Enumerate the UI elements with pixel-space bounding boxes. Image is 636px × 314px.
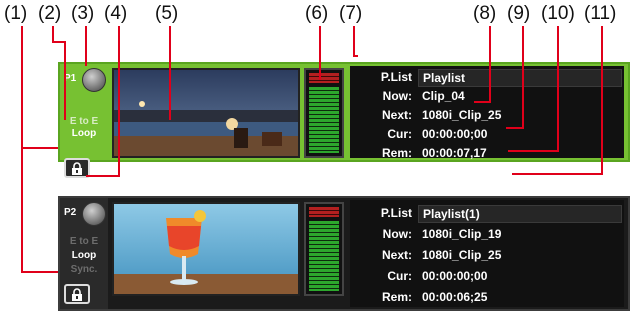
leader-7 [353, 26, 358, 57]
player-1-rem-value: 00:00:07,17 [422, 146, 487, 160]
player-1-rem-row: Rem: 00:00:07,17 [350, 146, 624, 164]
player-1-meter-peak [309, 73, 339, 83]
player-2-playlist-key: P.List [380, 206, 412, 220]
player-2-playlist-value: Playlist(1) [418, 205, 622, 223]
player-1-now-row: Now: Clip_04 [350, 89, 624, 107]
player-2-now-row: Now: 1080i_Clip_19 [350, 227, 624, 245]
player-2-panel[interactable]: P2 E to E Loop Sync. P.List Playlist(1) [58, 196, 630, 311]
player-2-select-knob[interactable] [82, 202, 106, 226]
player-1-cur-row: Cur: 00:00:00;00 [350, 127, 624, 145]
player-2-next-row: Next: 1080i_Clip_25 [350, 248, 624, 266]
player-1-next-row: Next: 1080i_Clip_25 [350, 108, 624, 126]
callout-9: (9) [507, 3, 531, 24]
lock-icon [72, 162, 82, 175]
player-2-lock-button[interactable] [64, 284, 90, 304]
player-1-lock-button[interactable] [64, 158, 90, 178]
callout-2: (2) [38, 3, 62, 24]
player-1-cur-key: Cur: [387, 127, 412, 141]
callout-7: (7) [339, 3, 363, 24]
player-1-mode-e-to-e[interactable]: E to E [60, 116, 108, 127]
player-1-preview-image [114, 70, 298, 156]
player-2-rem-key: Rem: [381, 290, 412, 304]
player-1-now-key: Now: [382, 89, 412, 103]
player-1-playlist-row[interactable]: P.List Playlist [350, 69, 624, 88]
player-1-playlist-key: P.List [380, 70, 412, 84]
player-1-next-value: 1080i_Clip_25 [422, 108, 502, 122]
player-2-playlist-row[interactable]: P.List Playlist(1) [350, 205, 624, 224]
player-1-audio-meter [304, 68, 344, 158]
player-2-cur-row: Cur: 00:00:00;00 [350, 269, 624, 287]
player-2-now-value: 1080i_Clip_19 [422, 227, 502, 241]
player-2-mode-sync[interactable]: Sync. [60, 264, 108, 275]
player-2-rem-row: Rem: 00:00:06;25 [350, 290, 624, 308]
player-2-meter-level [309, 221, 339, 291]
player-2-rem-value: 00:00:06;25 [422, 290, 488, 304]
player-1-cur-value: 00:00:00;00 [422, 127, 488, 141]
callout-11: (11) [584, 3, 617, 24]
player-2-mode-e-to-e[interactable]: E to E [60, 236, 108, 247]
player-2-next-key: Next: [381, 248, 412, 262]
player-1-mode-loop[interactable]: Loop [60, 128, 108, 139]
player-2-name: P2 [64, 207, 77, 218]
player-2-mode-loop[interactable]: Loop [60, 250, 108, 261]
player-1-meter-level [309, 87, 339, 153]
player-1-panel[interactable]: P1 E to E Loop P.List Playlist Now: Clip… [58, 62, 630, 178]
player-2-info: P.List Playlist(1) Now: 1080i_Clip_19 Ne… [350, 200, 624, 307]
player-2-preview [112, 202, 300, 296]
player-1-playlist-value: Playlist [418, 69, 622, 87]
player-2-audio-meter [304, 202, 344, 296]
player-1-select-knob[interactable] [82, 68, 106, 92]
callout-5: (5) [155, 3, 179, 24]
player-2-cur-value: 00:00:00;00 [422, 269, 488, 283]
callout-10: (10) [541, 3, 575, 24]
player-2-preview-image [114, 204, 298, 294]
callout-1: (1) [4, 3, 28, 24]
player-2-next-value: 1080i_Clip_25 [422, 248, 502, 262]
callout-4: (4) [104, 3, 128, 24]
lock-icon [72, 288, 82, 301]
player-1-next-key: Next: [381, 108, 412, 122]
callout-6: (6) [305, 3, 329, 24]
player-1-control-strip: P1 E to E Loop [60, 64, 108, 178]
player-2-meter-peak [309, 207, 339, 217]
player-1-rem-key: Rem: [381, 146, 412, 160]
player-1-now-value: Clip_04 [422, 89, 465, 103]
callout-3: (3) [71, 3, 95, 24]
callout-8: (8) [473, 3, 497, 24]
player-1-name: P1 [64, 73, 77, 84]
player-2-cur-key: Cur: [387, 269, 412, 283]
player-2-now-key: Now: [382, 227, 412, 241]
leader-1 [21, 26, 58, 273]
player-1-info: P.List Playlist Now: Clip_04 Next: 1080i… [350, 66, 624, 160]
player-1-preview [112, 68, 300, 158]
player-2-control-strip: P2 E to E Loop Sync. [60, 198, 108, 309]
